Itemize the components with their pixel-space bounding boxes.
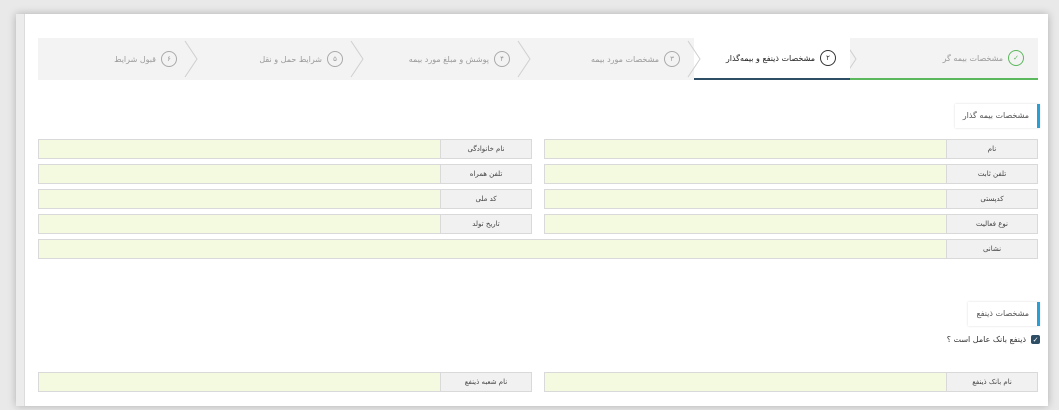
field-label: نام بانک ذینفع	[946, 373, 1037, 391]
form-row: تلفن ثابت تلفن همراه	[38, 164, 1038, 184]
postal-code-input[interactable]	[545, 190, 946, 208]
step-number: ۵	[327, 51, 343, 67]
wizard-steps: ✓ مشخصات بیمه گر ۲ مشخصات ذینفع و بیمه‌گ…	[38, 38, 1038, 80]
step-insurer[interactable]: ✓ مشخصات بیمه گر	[843, 38, 1038, 80]
national-code-field: کد ملی	[38, 189, 532, 209]
postal-code-field: کدپستی	[544, 189, 1038, 209]
name-input[interactable]	[545, 140, 946, 158]
field-label: کد ملی	[440, 190, 531, 208]
national-code-input[interactable]	[39, 190, 440, 208]
field-label: نام خانوادگی	[440, 140, 531, 158]
birth-date-field: تاریخ تولد	[38, 214, 532, 234]
step-beneficiary[interactable]: ۲ مشخصات ذینفع و بیمه‌گذار	[687, 38, 850, 80]
bank-name-field: نام بانک ذینفع	[544, 372, 1038, 392]
step-number: ۲	[820, 50, 836, 66]
branch-name-field: نام شعبه ذینفع	[38, 372, 532, 392]
mobile-field: تلفن همراه	[38, 164, 532, 184]
address-field: نشانی	[38, 239, 1038, 259]
field-label: نام شعبه ذینفع	[440, 373, 531, 391]
section-title-beneficiary: مشخصات ذینفع	[968, 302, 1040, 326]
step-insured-item[interactable]: ۳ مشخصات مورد بیمه	[517, 38, 694, 80]
section-title-insured: مشخصات بیمه گذار	[954, 104, 1040, 128]
bank-name-input[interactable]	[545, 373, 946, 391]
field-label: تاریخ تولد	[440, 215, 531, 233]
step-coverage[interactable]: ۴ پوشش و مبلغ مورد بیمه	[350, 38, 524, 80]
form-row: کدپستی کد ملی	[38, 189, 1038, 209]
left-edge-bar	[16, 14, 25, 406]
family-input[interactable]	[39, 140, 440, 158]
step-label: پوشش و مبلغ مورد بیمه	[408, 54, 489, 64]
form-row: نام نام خانوادگی	[38, 139, 1038, 159]
field-label: تلفن ثابت	[946, 165, 1037, 183]
form-window: ✓ مشخصات بیمه گر ۲ مشخصات ذینفع و بیمه‌گ…	[16, 14, 1048, 406]
form-row: نوع فعالیت تاریخ تولد	[38, 214, 1038, 234]
birth-date-input[interactable]	[39, 215, 440, 233]
address-input[interactable]	[39, 240, 946, 258]
activity-type-input[interactable]	[545, 215, 946, 233]
checkbox-checked-icon[interactable]: ✓	[1031, 335, 1040, 344]
step-number: ۴	[494, 51, 510, 67]
field-label: تلفن همراه	[440, 165, 531, 183]
form-row: نشانی	[38, 239, 1038, 259]
field-label: نوع فعالیت	[946, 215, 1037, 233]
bank-beneficiary-checkbox-row[interactable]: ✓ ذینفع بانک عامل است ؟	[947, 335, 1040, 344]
step-number: ۳	[664, 51, 680, 67]
landline-input[interactable]	[545, 165, 946, 183]
step-transport[interactable]: ۵ شرایط حمل و نقل	[184, 38, 357, 80]
field-label: نام	[946, 140, 1037, 158]
landline-field: تلفن ثابت	[544, 164, 1038, 184]
form-row: نام بانک ذینفع نام شعبه ذینفع	[38, 372, 1038, 392]
activity-type-field: نوع فعالیت	[544, 214, 1038, 234]
check-icon: ✓	[1008, 50, 1024, 66]
step-label: شرایط حمل و نقل	[259, 54, 322, 64]
family-field: نام خانوادگی	[38, 139, 532, 159]
step-label: قبول شرایط	[114, 54, 156, 64]
field-label: نشانی	[946, 240, 1037, 258]
checkbox-label: ذینفع بانک عامل است ؟	[946, 335, 1026, 344]
field-label: کدپستی	[946, 190, 1037, 208]
branch-name-input[interactable]	[39, 373, 440, 391]
step-label: مشخصات بیمه گر	[942, 53, 1003, 63]
step-accept-terms[interactable]: ۶ قبول شرایط	[38, 38, 191, 80]
step-label: مشخصات ذینفع و بیمه‌گذار	[725, 53, 815, 63]
mobile-input[interactable]	[39, 165, 440, 183]
step-label: مشخصات مورد بیمه	[591, 54, 659, 64]
step-number: ۶	[161, 51, 177, 67]
name-field: نام	[544, 139, 1038, 159]
